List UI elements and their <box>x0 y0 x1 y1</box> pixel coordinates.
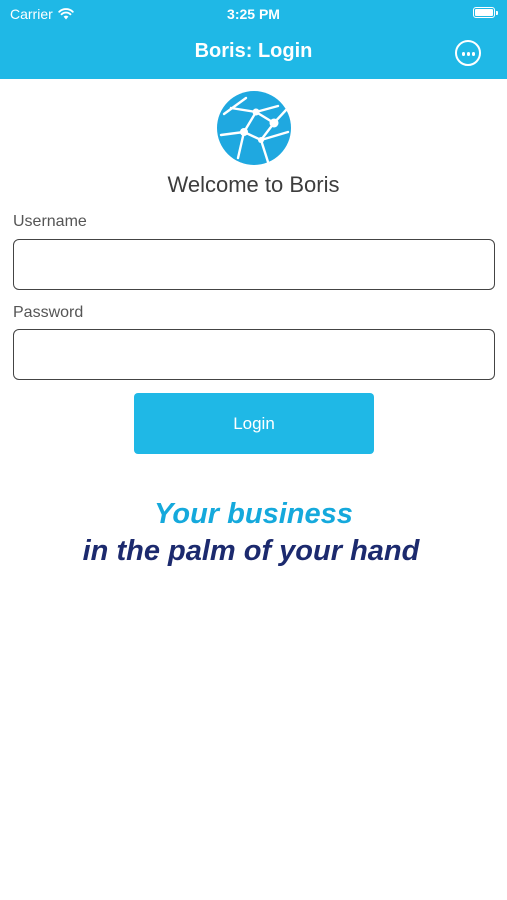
tagline-line-1: Your business <box>154 498 353 530</box>
tagline-line-2: in the palm of your hand <box>82 535 420 567</box>
status-bar: Carrier 3:25 PM <box>0 0 507 28</box>
more-options-icon[interactable] <box>455 40 481 66</box>
page-title: Boris: Login <box>194 40 313 62</box>
globe-network-logo <box>217 91 291 165</box>
username-field[interactable] <box>13 239 495 290</box>
navigation-bar: Carrier 3:25 PM Boris: Login <box>0 0 507 79</box>
password-label: Password <box>13 304 84 321</box>
battery-icon <box>473 7 498 18</box>
login-button[interactable]: Login <box>134 393 374 454</box>
welcome-heading: Welcome to Boris <box>167 172 340 197</box>
status-time: 3:25 PM <box>227 6 280 22</box>
username-label: Username <box>13 213 87 230</box>
password-field[interactable] <box>13 329 495 380</box>
